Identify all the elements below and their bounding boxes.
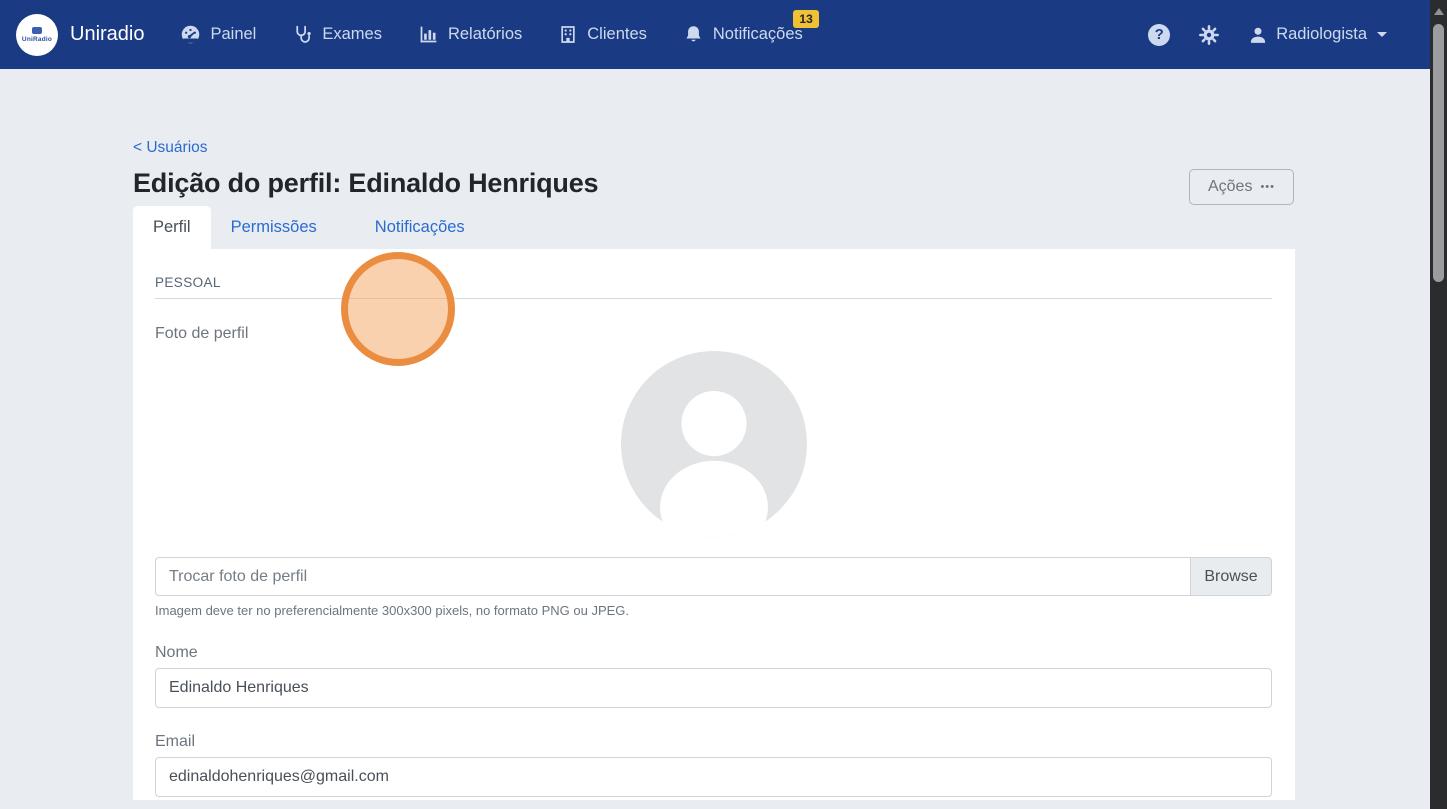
nav-item-painel[interactable]: Painel bbox=[180, 24, 256, 45]
user-menu-label: Radiologista bbox=[1276, 25, 1367, 44]
logo-text: UniRadio bbox=[22, 36, 52, 43]
tab-notificacoes[interactable]: Notificações bbox=[355, 206, 485, 249]
main-content: < Usuários Edição do perfil: Edinaldo He… bbox=[0, 69, 1447, 800]
profile-card: PESSOAL Foto de perfil Browse Imagem dev… bbox=[133, 249, 1295, 800]
nav-item-exames[interactable]: Exames bbox=[292, 24, 382, 45]
avatar-placeholder bbox=[621, 351, 807, 537]
nav-item-clientes[interactable]: Clientes bbox=[558, 24, 647, 45]
actions-button[interactable]: Ações ••• bbox=[1189, 169, 1294, 205]
brand[interactable]: UniRadio Uniradio bbox=[16, 14, 144, 56]
stethoscope-icon bbox=[292, 24, 313, 45]
bar-chart-icon bbox=[418, 24, 439, 45]
nav-item-label: Relatórios bbox=[448, 25, 522, 44]
user-menu[interactable]: Radiologista bbox=[1248, 25, 1387, 45]
email-field[interactable] bbox=[155, 757, 1272, 797]
bell-icon bbox=[683, 24, 704, 45]
dashboard-icon bbox=[180, 24, 201, 45]
logo-glyph-icon bbox=[32, 27, 42, 34]
scrollbar-thumb[interactable] bbox=[1433, 24, 1444, 282]
brand-name: Uniradio bbox=[70, 23, 144, 46]
tab-permissoes[interactable]: Permissões bbox=[211, 206, 337, 249]
photo-label: Foto de perfil bbox=[155, 325, 1272, 343]
nav-right: ? Radiologista bbox=[1148, 24, 1387, 46]
help-icon[interactable]: ? bbox=[1148, 24, 1170, 46]
scrollbar-up-arrow-icon[interactable] bbox=[1434, 8, 1444, 15]
nome-label: Nome bbox=[155, 644, 1272, 662]
notifications-count-badge: 13 bbox=[793, 10, 818, 28]
page-scrollbar[interactable] bbox=[1430, 0, 1447, 809]
actions-button-label: Ações bbox=[1208, 178, 1252, 196]
tab-perfil[interactable]: Perfil bbox=[133, 206, 211, 249]
building-icon bbox=[558, 24, 578, 45]
nav-item-label: Painel bbox=[210, 25, 256, 44]
photo-help-text: Imagem deve ter no preferencialmente 300… bbox=[155, 603, 1272, 618]
user-icon bbox=[1248, 25, 1268, 45]
nav-item-relatorios[interactable]: Relatórios bbox=[418, 24, 522, 45]
nav-item-label: Clientes bbox=[587, 25, 647, 44]
avatar-wrap bbox=[155, 351, 1272, 537]
tab-bar: Perfil Permissões Notificações bbox=[133, 206, 1295, 249]
nav-item-label: Notificações bbox=[713, 25, 803, 44]
caret-down-icon bbox=[1377, 32, 1387, 37]
nav-item-notificacoes[interactable]: Notificações 13 bbox=[683, 24, 803, 45]
nome-field[interactable] bbox=[155, 668, 1272, 708]
nav-items: Painel Exames Relatórios bbox=[180, 24, 802, 45]
photo-upload-input[interactable] bbox=[155, 557, 1190, 596]
top-navbar: UniRadio Uniradio Painel Exames bbox=[0, 0, 1447, 69]
uniradio-logo: UniRadio bbox=[16, 14, 58, 56]
email-label: Email bbox=[155, 733, 1272, 751]
breadcrumb-usuarios-link[interactable]: < Usuários bbox=[133, 139, 208, 157]
section-header-pessoal: PESSOAL bbox=[155, 275, 1272, 299]
ellipsis-icon: ••• bbox=[1260, 181, 1275, 193]
nav-item-label: Exames bbox=[322, 25, 382, 44]
photo-upload-group: Browse bbox=[155, 557, 1272, 596]
gear-icon[interactable] bbox=[1198, 24, 1220, 46]
page-title: Edição do perfil: Edinaldo Henriques bbox=[133, 168, 1295, 199]
browse-button[interactable]: Browse bbox=[1190, 557, 1272, 596]
